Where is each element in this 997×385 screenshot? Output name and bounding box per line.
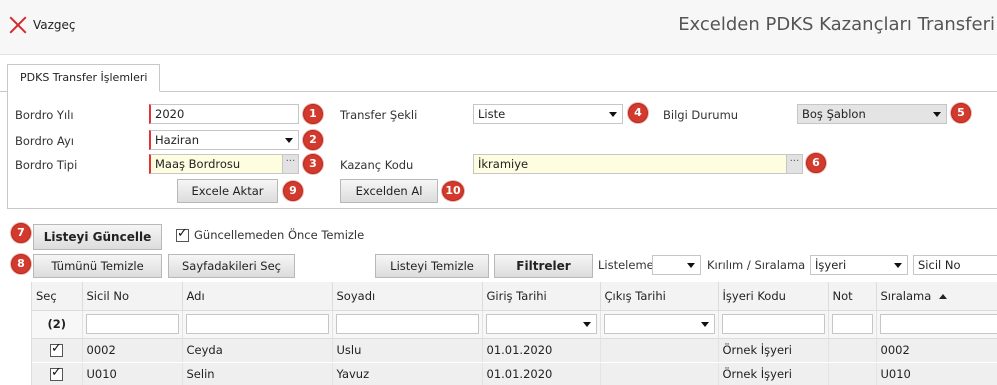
cell-soyadi: Yavuz [332,362,483,385]
filter-sicil-no[interactable] [85,314,179,334]
cell-adi: Ceyda [182,338,333,363]
column-header-soyadi[interactable]: Soyadı [332,282,483,311]
kazanc-kodu-label: Kazanç Kodu [340,158,414,172]
step-badge-7: 7 [11,223,31,243]
filter-not[interactable] [831,314,873,334]
transfer-sekli-select[interactable]: Liste [473,104,623,124]
column-header-sec[interactable]: Seç [32,282,83,311]
table-row[interactable]: 0002 Ceyda Uslu 01.01.2020 Örnek İşyeri … [32,338,997,363]
cell-isyeri-kodu: Örnek İşyeri [718,362,829,385]
kazanc-kodu-value: İkramiye [478,157,529,171]
bilgi-durumu-label: Bilgi Durumu [663,108,739,122]
temizle-checkbox-label: Güncellemeden Önce Temizle [194,228,365,242]
listeyi-temizle-button[interactable]: Listeyi Temizle [375,254,489,278]
transfer-sekli-value: Liste [478,107,506,121]
step-badge-8: 8 [11,254,31,274]
transfer-sekli-label: Transfer Şekli [340,108,418,122]
column-header-giris-tarihi[interactable]: Giriş Tarihi [482,282,601,311]
filter-isyeri-kodu[interactable] [721,314,825,334]
step-badge-5: 5 [951,103,971,123]
bilgi-durumu-select[interactable]: Boş Şablon [797,104,947,124]
cell-sicil-no: 0002 [82,338,183,363]
step-badge-3: 3 [303,154,323,174]
cell-cikis-tarihi [600,362,719,385]
step-badge-10: 10 [442,181,464,201]
chevron-down-icon [933,112,941,117]
step-badge-9: 9 [283,181,303,201]
cell-siralama: U010 [876,362,997,385]
filter-soyadi[interactable] [335,314,479,334]
kirilim-select[interactable]: İşyeri [810,255,908,275]
row-checkbox[interactable] [50,341,63,357]
tumunu-temizle-button[interactable]: Tümünü Temizle [33,254,162,278]
kirilim-label: Kırılım / Sıralama [707,258,806,272]
cancel-label: Vazgeç [33,18,76,32]
bordro-yili-input[interactable]: 2020 [149,104,299,124]
close-icon [9,16,27,34]
filter-cikis-tarihi[interactable] [603,314,715,334]
chevron-down-icon [285,138,293,143]
sayfadakileri-sec-button[interactable]: Sayfadakileri Seç [168,254,295,278]
bordro-tipi-label: Bordro Tipi [15,158,78,172]
listeleme-label: Listeleme [598,258,654,272]
excelden-al-button[interactable]: Excelden Al [340,179,438,203]
listeyi-guncelle-button[interactable]: Listeyi Güncelle [33,224,162,250]
cell-soyadi: Uslu [332,338,483,363]
bordro-ayi-value: Haziran [155,133,199,147]
step-badge-6: 6 [806,153,826,173]
cell-not [828,362,877,385]
chevron-down-icon [687,263,695,268]
step-badge-2: 2 [303,130,323,150]
filter-giris-tarihi[interactable] [485,314,597,334]
row-count: (2) [32,310,83,339]
filter-adi[interactable] [185,314,329,334]
table-row[interactable]: U010 Selin Yavuz 01.01.2020 Örnek İşyeri… [32,362,997,385]
cell-siralama: 0002 [876,338,997,363]
column-header-siralama-label: Sıralama [880,288,932,303]
kazanc-kodu-input[interactable]: İkramiye ··· [473,154,803,174]
cell-isyeri-kodu: Örnek İşyeri [718,338,829,363]
step-badge-4: 4 [628,103,648,123]
cell-cikis-tarihi [600,338,719,363]
cell-giris-tarihi: 01.01.2020 [482,362,601,385]
step-badge-1: 1 [303,104,323,124]
bilgi-durumu-value: Boş Şablon [802,107,866,121]
temizle-checkbox[interactable] [176,226,189,242]
chevron-down-icon [700,322,709,327]
cell-adi: Selin [182,362,333,385]
cancel-button[interactable]: Vazgeç [9,14,76,36]
lookup-dots-icon[interactable]: ··· [786,155,802,173]
column-header-not[interactable]: Not [828,282,877,311]
column-header-isyeri-kodu[interactable]: İşyeri Kodu [718,282,829,311]
bordro-ayi-select[interactable]: Haziran [149,130,299,150]
cell-giris-tarihi: 01.01.2020 [482,338,601,363]
bordro-yili-label: Bordro Yılı [15,108,74,122]
bordro-ayi-label: Bordro Ayı [15,134,75,148]
chevron-down-icon [582,322,591,327]
bordro-tipi-value: Maaş Bordrosu [155,157,241,171]
cell-sicil-no: U010 [82,362,183,385]
kirilim-value: İşyeri [815,258,847,272]
column-header-adi[interactable]: Adı [182,282,333,311]
bordro-tipi-input[interactable]: Maaş Bordrosu ··· [149,154,299,174]
column-header-siralama[interactable]: Sıralama [876,282,997,311]
sort-ascending-icon [939,293,948,299]
lookup-dots-icon[interactable]: ··· [282,155,298,173]
page-title: Excelden PDKS Kazançları Transferi [678,14,995,35]
cell-not [828,338,877,363]
filter-siralama[interactable] [879,314,997,334]
filtreler-button[interactable]: Filtreler [494,254,593,278]
chevron-down-icon [609,112,617,117]
tab-pdks-transfer[interactable]: PDKS Transfer İşlemleri [7,64,161,92]
column-header-sicil-no[interactable]: Sicil No [82,282,183,311]
row-checkbox[interactable] [50,365,63,381]
listeleme-select[interactable] [652,255,701,275]
column-header-cikis-tarihi[interactable]: Çıkış Tarihi [600,282,719,311]
excele-aktar-button[interactable]: Excele Aktar [177,179,278,203]
siralama-select[interactable]: Sicil No [913,255,997,275]
chevron-down-icon [894,263,902,268]
data-grid: Seç Sicil No Adı Soyadı Giriş Tarihi Çık… [31,282,997,385]
